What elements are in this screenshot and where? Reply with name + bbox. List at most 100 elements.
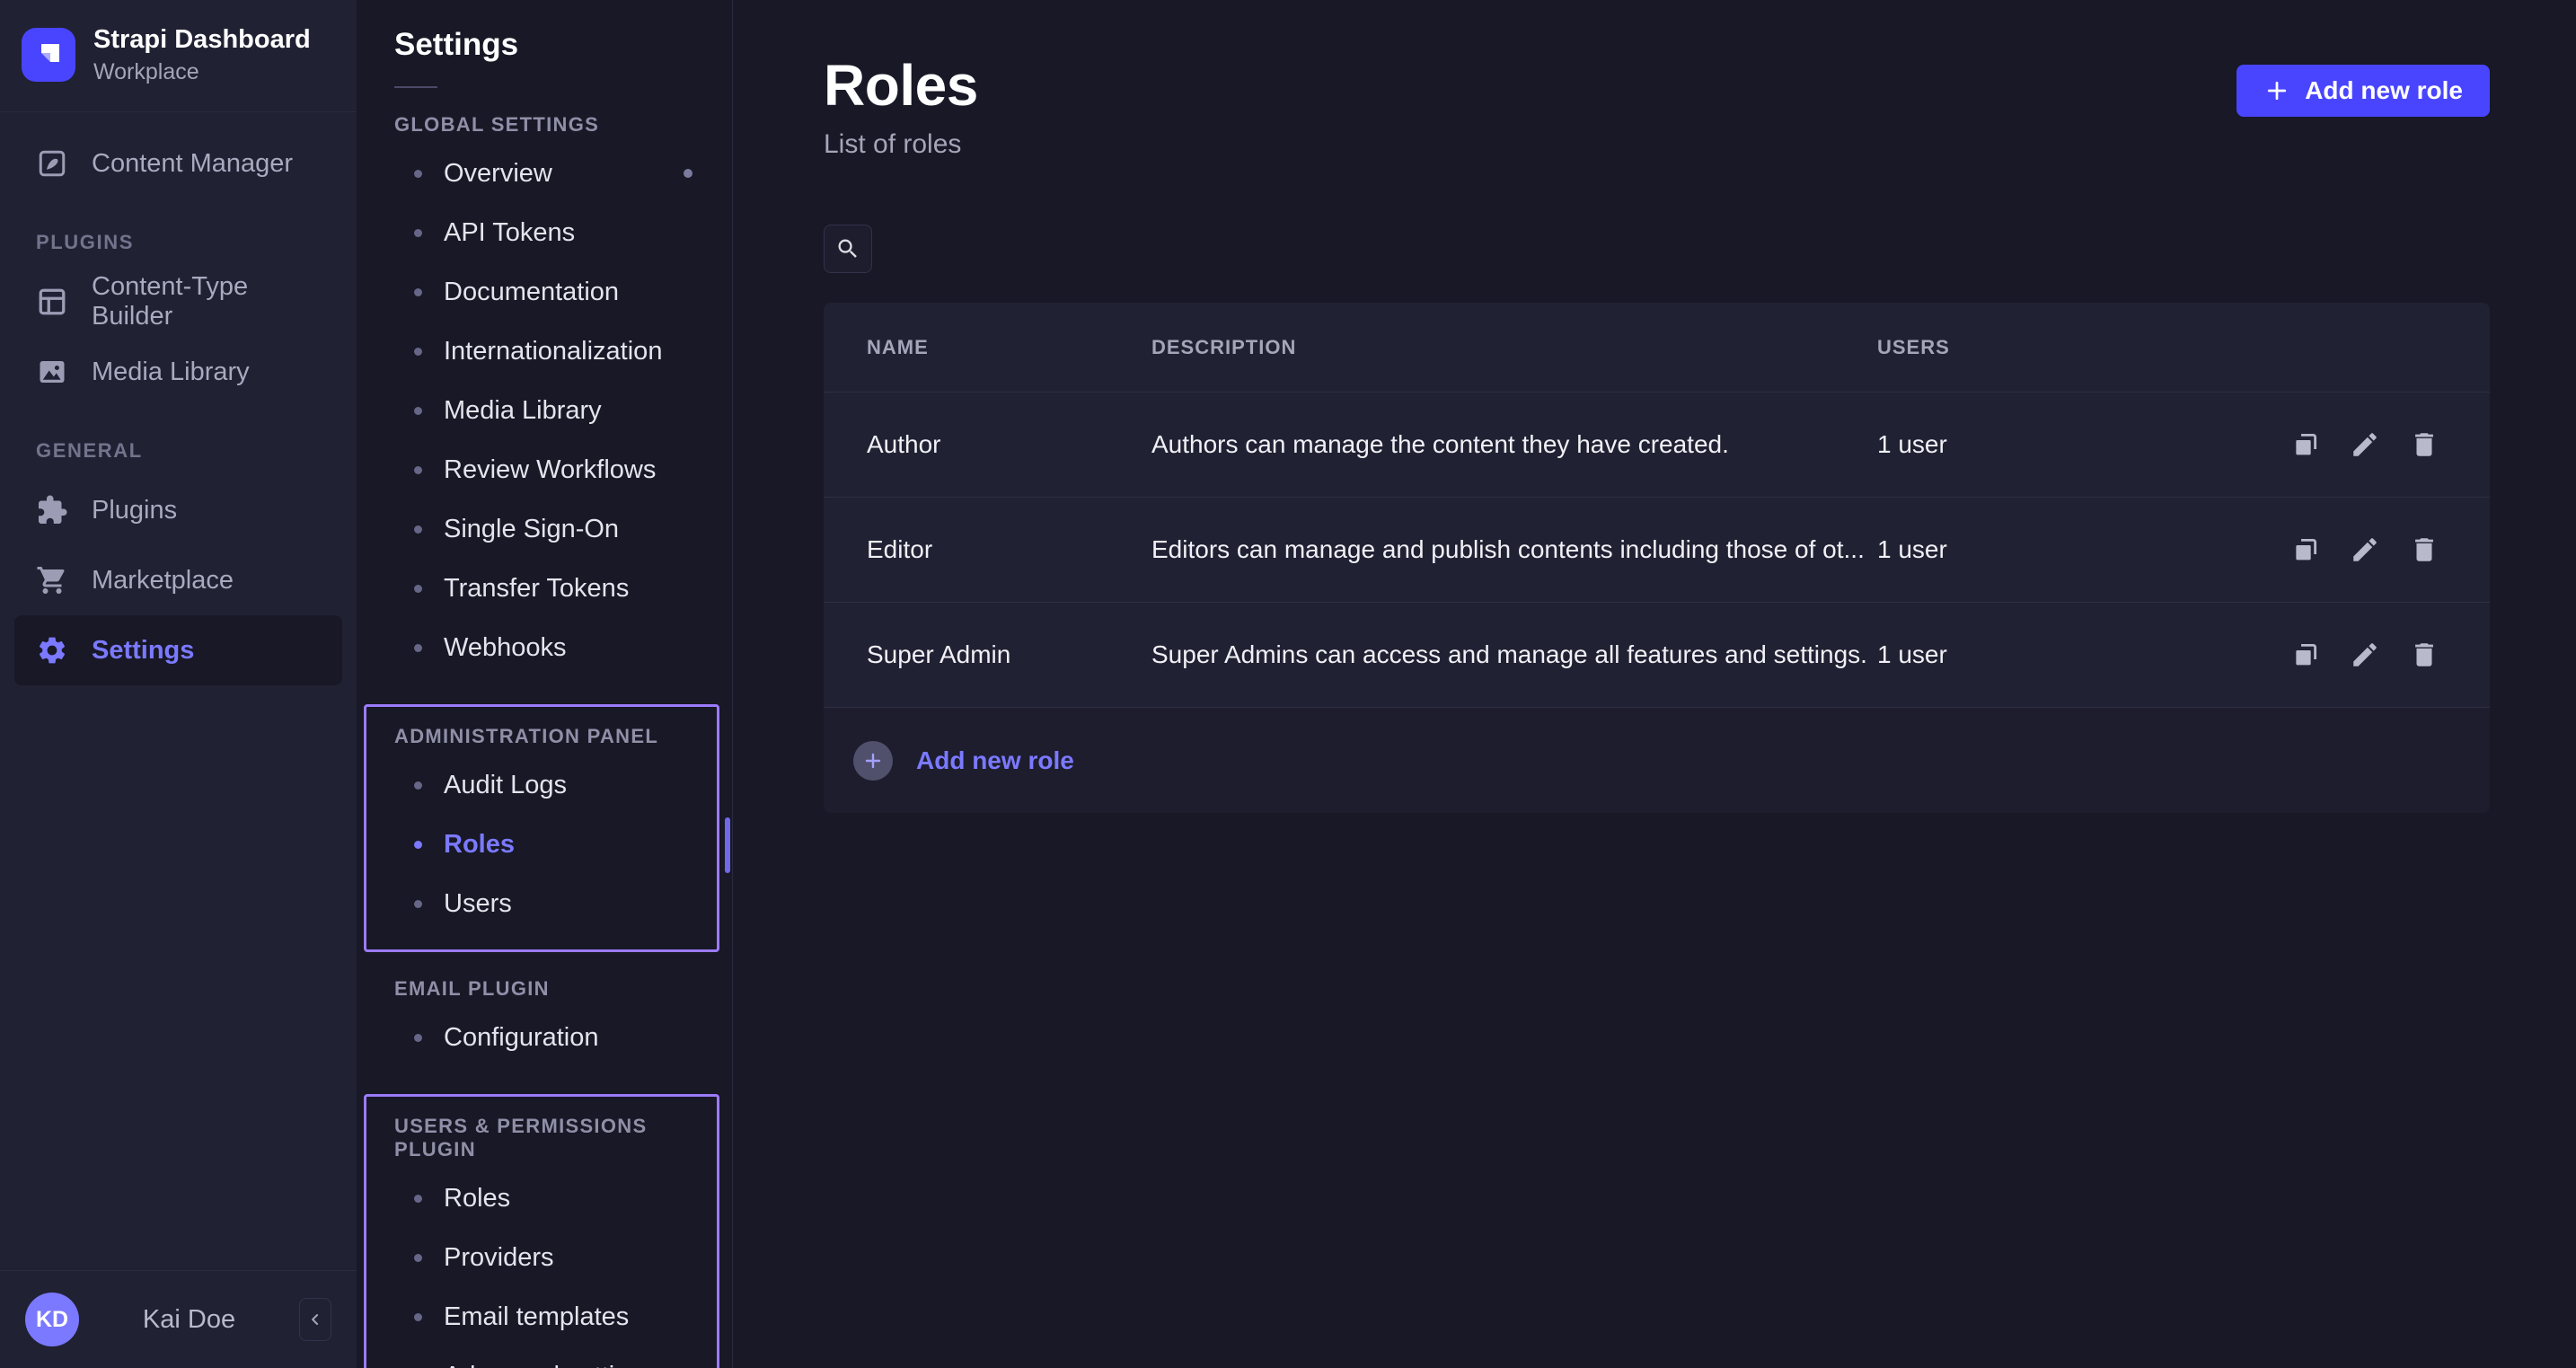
avatar[interactable]: KD xyxy=(25,1293,79,1346)
plus-icon xyxy=(862,750,884,772)
subnav-item-label: Media Library xyxy=(444,396,602,426)
add-new-role-button-label: Add new role xyxy=(2305,76,2463,105)
subnav-item-audit-logs[interactable]: Audit Logs xyxy=(366,755,717,815)
edit-icon xyxy=(2350,429,2380,460)
subnav-item-transfer-tokens[interactable]: Transfer Tokens xyxy=(357,559,732,618)
subnav-item-label: Review Workflows xyxy=(444,455,656,485)
subnav-item-label: Single Sign-On xyxy=(444,515,619,544)
edit-button[interactable] xyxy=(2350,534,2380,565)
delete-button[interactable] xyxy=(2409,429,2439,460)
row-actions xyxy=(2245,534,2439,565)
bullet-icon xyxy=(414,900,422,908)
page-subtitle: List of roles xyxy=(824,129,978,160)
subnav-item-providers[interactable]: Providers xyxy=(366,1228,717,1287)
bullet-icon xyxy=(414,348,422,356)
table-row-author[interactable]: Author Authors can manage the content th… xyxy=(824,393,2490,498)
table-row-editor[interactable]: Editor Editors can manage and publish co… xyxy=(824,498,2490,603)
subnav-item-internationalization[interactable]: Internationalization xyxy=(357,322,732,381)
role-name: Author xyxy=(867,430,1151,459)
duplicate-button[interactable] xyxy=(2290,640,2321,670)
workspace-title: Strapi Dashboard xyxy=(93,24,311,55)
user-name: Kai Doe xyxy=(79,1305,299,1335)
chevron-left-icon xyxy=(306,1311,324,1328)
subnav-item-overview[interactable]: Overview xyxy=(357,144,732,203)
puzzle-icon xyxy=(36,494,68,526)
table-row-super-admin[interactable]: Super Admin Super Admins can access and … xyxy=(824,603,2490,708)
collapse-nav-button[interactable] xyxy=(299,1298,331,1341)
subnav-item-api-tokens[interactable]: API Tokens xyxy=(357,203,732,262)
delete-icon xyxy=(2409,534,2439,565)
duplicate-icon xyxy=(2290,429,2321,460)
nav-item-plugins[interactable]: Plugins xyxy=(14,475,342,545)
delete-icon xyxy=(2409,429,2439,460)
nav-item-media-library[interactable]: Media Library xyxy=(14,337,342,407)
table-footer-add-row[interactable]: Add new role xyxy=(824,708,2490,813)
bullet-icon xyxy=(414,841,422,849)
subnav-item-roles-up[interactable]: Roles xyxy=(366,1169,717,1228)
bullet-icon xyxy=(414,170,422,178)
add-new-role-button[interactable]: Add new role xyxy=(2236,65,2490,117)
gear-icon xyxy=(36,634,68,666)
subnav-item-documentation[interactable]: Documentation xyxy=(357,262,732,322)
delete-button[interactable] xyxy=(2409,534,2439,565)
duplicate-button[interactable] xyxy=(2290,534,2321,565)
delete-button[interactable] xyxy=(2409,640,2439,670)
nav-item-content-manager[interactable]: Content Manager xyxy=(14,128,342,199)
subnav-item-users[interactable]: Users xyxy=(366,874,717,933)
nav-item-label: Media Library xyxy=(92,357,250,387)
nav-item-settings[interactable]: Settings xyxy=(14,615,342,685)
nav-section-label-plugins: PLUGINS xyxy=(36,231,342,254)
row-actions xyxy=(2245,640,2439,670)
subnav-item-label: Transfer Tokens xyxy=(444,574,629,604)
subnav-item-media-library[interactable]: Media Library xyxy=(357,381,732,440)
nav-item-marketplace[interactable]: Marketplace xyxy=(14,545,342,615)
subnav-section-label: USERS & PERMISSIONS PLUGIN xyxy=(394,1115,717,1161)
subnav-item-label: Roles xyxy=(444,830,515,860)
subnav-item-advanced-settings[interactable]: Advanced settings xyxy=(366,1346,717,1368)
notification-dot-icon xyxy=(684,169,693,178)
subnav-item-review-workflows[interactable]: Review Workflows xyxy=(357,440,732,499)
image-icon xyxy=(36,356,68,388)
role-users-count: 1 user xyxy=(1877,640,2245,669)
subnav-section-label: GLOBAL SETTINGS xyxy=(394,113,732,137)
plus-icon xyxy=(2263,77,2290,104)
bullet-icon xyxy=(414,407,422,415)
subnav-item-email-templates[interactable]: Email templates xyxy=(366,1287,717,1346)
subnav-item-label: Advanced settings xyxy=(444,1362,657,1368)
bullet-icon xyxy=(414,229,422,237)
subnav-item-label: Providers xyxy=(444,1243,554,1273)
user-row: KD Kai Doe xyxy=(0,1271,357,1368)
subnav-item-label: Audit Logs xyxy=(444,771,567,800)
bullet-icon xyxy=(414,1254,422,1262)
subnav-item-roles-admin[interactable]: Roles xyxy=(366,815,717,874)
edit-icon xyxy=(2350,640,2380,670)
main-nav: Strapi Dashboard Workplace Content Manag… xyxy=(0,0,357,1368)
subnav-scrollbar-thumb[interactable] xyxy=(725,817,730,873)
bullet-icon xyxy=(414,466,422,474)
search-button[interactable] xyxy=(824,225,872,273)
subnav-section-administration-panel: ADMINISTRATION PANEL Audit Logs Roles Us… xyxy=(364,704,719,952)
duplicate-button[interactable] xyxy=(2290,429,2321,460)
nav-item-content-type-builder[interactable]: Content-Type Builder xyxy=(14,267,342,337)
edit-button[interactable] xyxy=(2350,429,2380,460)
edit-button[interactable] xyxy=(2350,640,2380,670)
column-header-name: NAME xyxy=(867,336,1151,359)
workspace-subtitle: Workplace xyxy=(93,59,311,85)
strapi-glyph xyxy=(31,37,66,73)
subnav-item-label: API Tokens xyxy=(444,218,575,248)
subnav-title: Settings xyxy=(357,0,732,63)
subnav-section-email-plugin: EMAIL PLUGIN Configuration xyxy=(357,952,732,1067)
workspace-brand[interactable]: Strapi Dashboard Workplace xyxy=(0,0,357,111)
role-users-count: 1 user xyxy=(1877,430,2245,459)
page-title: Roles xyxy=(824,56,978,115)
subnav-item-configuration[interactable]: Configuration xyxy=(357,1008,732,1067)
subnav-item-webhooks[interactable]: Webhooks xyxy=(357,618,732,677)
cart-icon xyxy=(36,564,68,596)
nav-spacer xyxy=(0,702,357,1270)
roles-table-card: NAME DESCRIPTION USERS Author Authors ca… xyxy=(824,303,2490,813)
subnav-section-label: ADMINISTRATION PANEL xyxy=(394,725,717,748)
feather-icon xyxy=(36,147,68,180)
role-users-count: 1 user xyxy=(1877,535,2245,564)
column-header-users: USERS xyxy=(1877,336,2245,359)
subnav-item-single-sign-on[interactable]: Single Sign-On xyxy=(357,499,732,559)
